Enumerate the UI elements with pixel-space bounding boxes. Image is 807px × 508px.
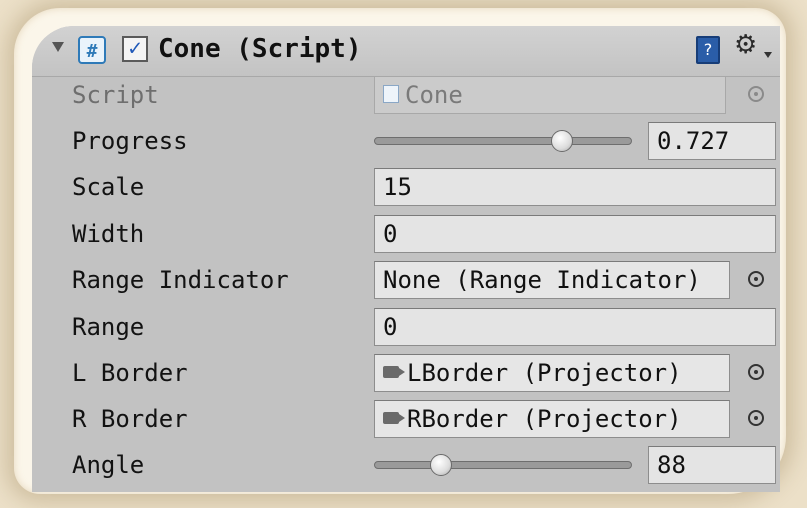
l-border-label: L Border <box>72 359 188 387</box>
angle-input[interactable]: 88 <box>648 446 776 484</box>
r-border-label: R Border <box>72 405 188 433</box>
range-label: Range <box>72 313 145 341</box>
r-border-picker-icon[interactable] <box>748 410 764 426</box>
settings-caret-icon[interactable] <box>764 52 772 58</box>
scale-label: Scale <box>72 173 145 201</box>
gear-icon[interactable]: ⚙ <box>734 30 757 60</box>
r-border-field-value: RBorder (Projector) <box>407 405 682 433</box>
angle-slider[interactable] <box>374 445 632 485</box>
projector-icon <box>383 366 405 378</box>
angle-slider-track[interactable] <box>374 461 632 469</box>
csharp-script-icon: # <box>78 36 106 64</box>
r-border-field[interactable]: RBorder (Projector) <box>374 400 730 438</box>
l-border-picker-icon[interactable] <box>748 364 764 380</box>
help-book-icon[interactable]: ? <box>696 36 720 64</box>
component-enabled-checkbox[interactable]: ✓ <box>122 36 148 62</box>
range-input[interactable]: 0 <box>374 308 776 346</box>
range-indicator-field[interactable]: None (Range Indicator) <box>374 261 730 299</box>
progress-slider-thumb[interactable] <box>550 130 573 152</box>
component-header[interactable]: # ✓ Cone (Script) ? ⚙ <box>32 26 780 77</box>
progress-label: Progress <box>72 127 188 155</box>
chevron-down-icon[interactable] <box>52 42 64 52</box>
progress-slider[interactable] <box>374 121 632 161</box>
inspector-component-panel: # ✓ Cone (Script) ? ⚙ Script Cone Progre… <box>32 26 780 492</box>
progress-input[interactable]: 0.727 <box>648 122 776 160</box>
angle-slider-thumb[interactable] <box>430 454 453 476</box>
projector-icon <box>383 412 405 424</box>
scale-input[interactable]: 15 <box>374 168 776 206</box>
script-picker-icon <box>748 86 764 102</box>
script-label: Script <box>72 81 159 109</box>
range-indicator-picker-icon[interactable] <box>748 271 764 287</box>
script-file-icon <box>383 85 399 103</box>
width-label: Width <box>72 220 145 248</box>
angle-label: Angle <box>72 451 145 479</box>
l-border-field-value: LBorder (Projector) <box>407 359 682 387</box>
range-indicator-label: Range Indicator <box>72 266 289 294</box>
progress-slider-track[interactable] <box>374 137 632 145</box>
script-field-value: Cone <box>405 81 463 109</box>
l-border-field[interactable]: LBorder (Projector) <box>374 354 730 392</box>
width-input[interactable]: 0 <box>374 215 776 253</box>
script-field: Cone <box>374 76 726 114</box>
component-title: Cone (Script) <box>158 34 362 64</box>
